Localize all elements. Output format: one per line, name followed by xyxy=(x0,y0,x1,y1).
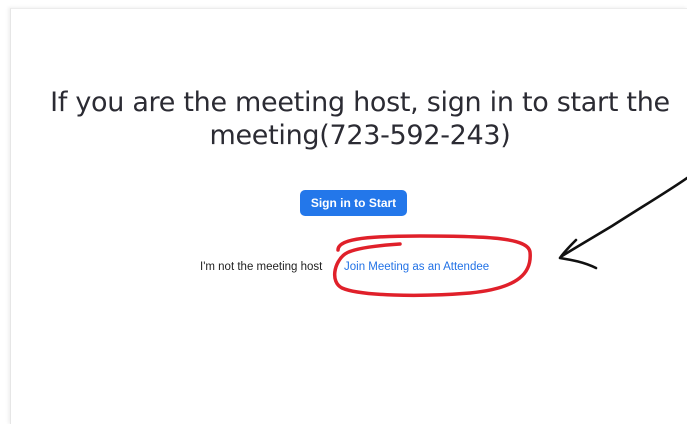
join-as-attendee-link[interactable]: Join Meeting as an Attendee xyxy=(344,261,489,273)
page-title-line-1: If you are the meeting host, sign in to … xyxy=(50,87,670,118)
not-host-label: I'm not the meeting host xyxy=(200,261,323,273)
attendee-row: I'm not the meeting host Join Meeting as… xyxy=(0,261,687,277)
meeting-launch-page: If you are the meeting host, sign in to … xyxy=(0,0,687,424)
window-frame xyxy=(10,8,687,424)
page-title-line-2: meeting(723-592-243) xyxy=(209,120,511,151)
page-title: If you are the meeting host, sign in to … xyxy=(40,86,680,152)
sign-in-to-start-button[interactable]: Sign in to Start xyxy=(300,190,407,216)
